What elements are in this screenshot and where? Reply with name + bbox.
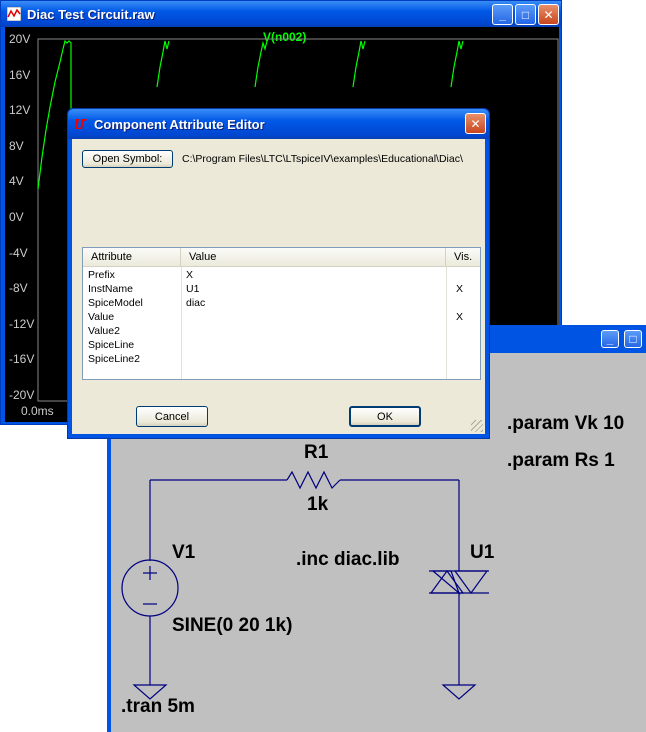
dialog-title: Component Attribute Editor — [94, 116, 265, 132]
cell-attribute: Prefix — [88, 269, 115, 281]
cell-vis — [446, 352, 482, 366]
table-row[interactable]: Value2 — [83, 324, 480, 338]
attribute-table[interactable]: Attribute Value Vis. Prefix X InstName U1 X S… — [82, 247, 481, 380]
cell-value — [181, 338, 446, 352]
v1-value[interactable]: SINE(0 20 1k) — [172, 615, 292, 637]
cell-vis — [446, 296, 482, 310]
dialog-body: Open Symbol: C:\Program Files\LTC\LTspic… — [72, 139, 485, 434]
waveform-title: Diac Test Circuit.raw — [27, 6, 155, 22]
dialog-title-bar[interactable]: Component Attribute Editor — [68, 109, 489, 139]
inc-directive[interactable]: .inc diac.lib — [296, 549, 399, 571]
table-header: Attribute Value Vis. — [83, 248, 480, 267]
minimize-icon: _ — [606, 332, 614, 346]
cell-attribute: Value — [88, 311, 115, 323]
close-icon: ✕ — [470, 116, 481, 131]
cell-attribute: SpiceLine2 — [88, 353, 140, 365]
close-icon: ✕ — [543, 7, 554, 22]
param-vk[interactable]: .param Vk 10 — [507, 413, 624, 435]
cell-value: X — [186, 269, 194, 281]
table-row[interactable]: InstName U1 X — [83, 282, 480, 296]
cell-vis — [446, 324, 482, 338]
r1-name[interactable]: R1 — [304, 442, 328, 464]
cell-attribute: SpiceLine — [88, 339, 135, 351]
column-header-value[interactable]: Value — [181, 248, 446, 267]
waveform-title-bar[interactable]: Diac Test Circuit.raw — [1, 1, 561, 27]
cell-value: diac — [186, 297, 206, 309]
cell-vis: X — [456, 283, 464, 295]
symbol-path: C:\Program Files\LTC\LTspiceIV\examples\… — [182, 153, 463, 165]
r1-value[interactable]: 1k — [307, 494, 328, 516]
resize-grip-icon[interactable] — [471, 420, 483, 432]
cell-value — [181, 352, 446, 366]
schematic-maximize-button[interactable]: □ — [624, 330, 642, 348]
maximize-icon: □ — [629, 332, 637, 346]
ok-button[interactable]: OK — [349, 406, 421, 427]
table-row[interactable]: Value X — [83, 310, 480, 324]
minimize-icon: _ — [499, 7, 506, 22]
cell-attribute: InstName — [88, 283, 133, 295]
cancel-button[interactable]: Cancel — [136, 406, 208, 427]
ltspice-logo-icon — [75, 119, 87, 129]
cell-attribute: Value2 — [88, 325, 120, 337]
maximize-icon: □ — [521, 7, 530, 22]
table-row[interactable]: SpiceLine — [83, 338, 480, 352]
close-button[interactable]: ✕ — [538, 4, 559, 25]
table-row[interactable]: SpiceLine2 — [83, 352, 480, 366]
trace-line-peak-2 — [254, 40, 268, 88]
v1-name[interactable]: V1 — [172, 542, 195, 564]
trace-line-peak-4 — [450, 40, 464, 88]
column-header-attribute[interactable]: Attribute — [83, 248, 181, 267]
cell-value — [181, 324, 446, 338]
cell-value — [181, 310, 446, 324]
minimize-button[interactable]: _ — [492, 4, 513, 25]
waveform-app-icon — [7, 7, 21, 21]
dialog-close-button[interactable]: ✕ — [465, 113, 486, 134]
cell-vis — [446, 268, 482, 282]
schematic-minimize-button[interactable]: _ — [601, 330, 619, 348]
trace-line-peak-3 — [352, 40, 366, 88]
tran-directive[interactable]: .tran 5m — [121, 696, 195, 718]
maximize-button[interactable]: □ — [515, 4, 536, 25]
u1-name[interactable]: U1 — [470, 542, 494, 564]
table-row[interactable]: Prefix X — [83, 268, 480, 282]
param-rs[interactable]: .param Rs 1 — [507, 450, 615, 472]
cell-vis: X — [456, 311, 464, 323]
component-attribute-editor-dialog: Component Attribute Editor ✕ Open Symbol… — [67, 108, 490, 439]
column-header-vis[interactable]: Vis. — [446, 248, 482, 267]
cell-value: U1 — [186, 283, 200, 295]
cell-vis — [446, 338, 482, 352]
open-symbol-button[interactable]: Open Symbol: — [82, 150, 173, 168]
ground-right — [441, 684, 477, 700]
table-row[interactable]: SpiceModel diac — [83, 296, 480, 310]
resistor-r1 — [286, 470, 341, 490]
diac-tri-2 — [453, 570, 489, 595]
cell-attribute: SpiceModel — [88, 297, 143, 309]
trace-line-peak-1 — [156, 40, 170, 88]
